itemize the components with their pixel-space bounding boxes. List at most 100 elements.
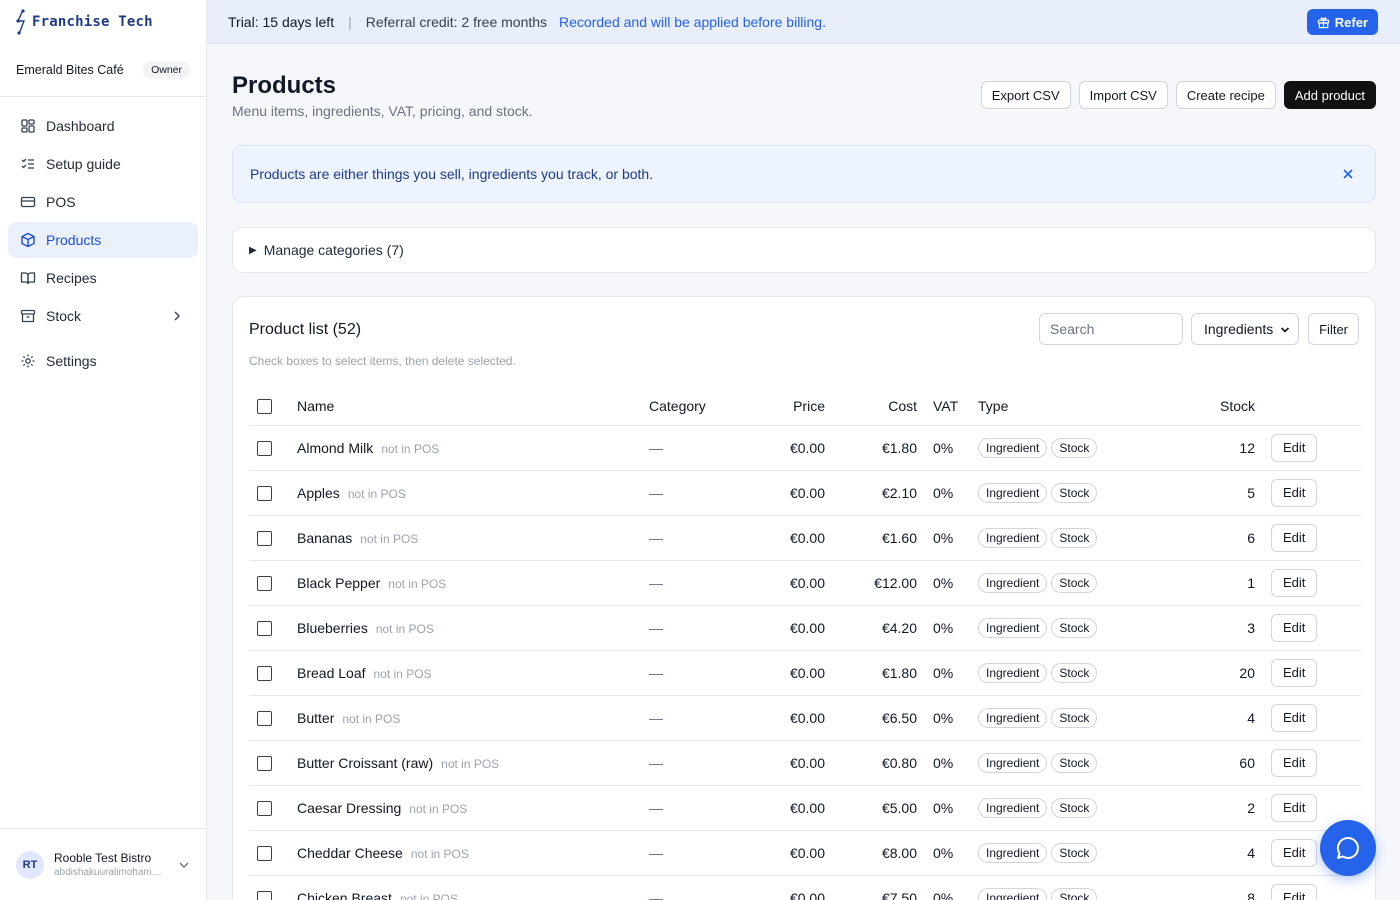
brand[interactable]: Franchise Tech [0,0,206,44]
row-checkbox[interactable] [257,710,272,726]
product-name[interactable]: Black Pepper [297,575,380,591]
create-recipe-button[interactable]: Create recipe [1175,81,1276,109]
category-cell: — [649,875,769,900]
dashboard-icon [21,119,35,133]
banner-divider: | [348,13,352,30]
col-name[interactable]: Name [297,387,649,426]
add-product-button[interactable]: Add product [1283,81,1376,109]
export-csv-button[interactable]: Export CSV [980,81,1071,109]
type-filter-select[interactable]: Ingredients [1191,313,1299,345]
row-checkbox[interactable] [257,800,272,816]
sidebar-item-products[interactable]: Products [8,222,198,258]
col-stock[interactable]: Stock [1216,387,1255,426]
sidebar-item-settings[interactable]: Settings [8,343,198,379]
edit-button[interactable]: Edit [1271,523,1318,552]
edit-button[interactable]: Edit [1271,793,1318,822]
product-name[interactable]: Butter [297,710,334,726]
product-name[interactable]: Apples [297,485,340,501]
type-cell: Ingredient Stock [978,695,1216,741]
row-checkbox[interactable] [257,575,272,591]
close-icon[interactable] [1341,167,1355,181]
table-row: Butter Croissant (raw) not in POS — €0.00 €0… [249,740,1361,786]
col-vat[interactable]: VAT [917,387,978,426]
product-name-cell: Black Pepper not in POS [297,560,649,606]
product-name[interactable]: Almond Milk [297,440,373,456]
row-checkbox[interactable] [257,485,272,501]
product-name-cell: Cheddar Cheese not in POS [297,830,649,876]
row-checkbox[interactable] [257,665,272,681]
stock-cell: 20 [1216,650,1255,696]
edit-button[interactable]: Edit [1271,478,1318,507]
row-checkbox[interactable] [257,440,272,456]
not-in-pos-label: not in POS [373,666,432,681]
col-price[interactable]: Price [769,387,825,426]
user-name: Rooble Test Bistro [54,851,152,865]
price-cell: €0.00 [769,650,825,696]
type-tag: Stock [1051,662,1098,683]
row-checkbox[interactable] [257,890,272,900]
table-row: Chicken Breast not in POS — €0.00 €7.50 0% Ing… [249,875,1361,900]
archive-icon [20,309,36,323]
product-name[interactable]: Cheddar Cheese [297,845,403,861]
edit-cell: Edit [1255,515,1361,561]
category-cell: — [649,785,769,831]
edit-button[interactable]: Edit [1271,433,1318,462]
user-info: Rooble Test Bistro abdishakuuralimohamed… [54,851,167,878]
type-tag: Stock [1051,842,1098,863]
chat-button[interactable] [1320,820,1376,876]
user-menu[interactable]: RT Rooble Test Bistro abdishakuuralimoha… [0,828,207,900]
card-icon [20,196,36,208]
vat-cell: 0% [917,875,978,900]
product-name[interactable]: Blueberries [297,620,368,636]
org-switcher: Emerald Bites Café Owner [0,44,206,97]
edit-button[interactable]: Edit [1271,568,1318,597]
product-list-title: Product list (52) [249,321,362,338]
select-all-checkbox[interactable] [257,399,272,415]
row-select-cell [249,650,297,696]
sidebar-item-stock[interactable]: Stock [8,298,198,334]
product-name[interactable]: Chicken Breast [297,890,392,900]
edit-cell: Edit [1255,650,1361,696]
row-select-cell [249,740,297,786]
edit-button[interactable]: Edit [1271,838,1318,867]
col-type[interactable]: Type [978,387,1216,426]
sidebar-item-setup-guide[interactable]: Setup guide [8,146,198,182]
row-checkbox[interactable] [257,620,272,636]
edit-button[interactable]: Edit [1271,703,1318,732]
edit-button[interactable]: Edit [1271,883,1318,900]
type-cell: Ingredient Stock [978,875,1216,900]
sidebar-item-pos[interactable]: POS [8,184,198,220]
search-input[interactable] [1039,313,1183,345]
box-icon [21,232,35,248]
sidebar-item-recipes[interactable]: Recipes [8,260,198,296]
edit-button[interactable]: Edit [1271,748,1318,777]
row-select-cell [249,605,297,651]
sidebar-item-label: Recipes [46,270,97,286]
import-csv-button[interactable]: Import CSV [1078,81,1168,109]
manage-categories-toggle[interactable]: ▶ Manage categories (7) [232,227,1376,273]
not-in-pos-label: not in POS [410,846,469,861]
sidebar-item-dashboard[interactable]: Dashboard [8,108,198,144]
vat-cell: 0% [917,695,978,741]
col-actions [1255,387,1361,426]
sidebar-item-label: Dashboard [46,118,115,134]
edit-button[interactable]: Edit [1271,613,1318,642]
row-checkbox[interactable] [257,530,272,546]
manage-categories-label: Manage categories (7) [263,242,404,258]
filter-button[interactable]: Filter [1308,313,1359,345]
product-name[interactable]: Bread Loaf [297,665,366,681]
type-tag: Ingredient [978,662,1048,683]
edit-button[interactable]: Edit [1271,658,1318,687]
not-in-pos-label: not in POS [381,441,440,456]
cost-cell: €2.10 [825,470,917,516]
product-name[interactable]: Butter Croissant (raw) [297,755,433,771]
col-cost[interactable]: Cost [825,387,917,426]
not-in-pos-label: not in POS [388,576,447,591]
sidebar-item-label: Products [46,232,102,248]
refer-button[interactable]: Refer [1306,9,1378,35]
row-checkbox[interactable] [257,845,272,861]
product-name[interactable]: Caesar Dressing [297,800,401,816]
product-name[interactable]: Bananas [297,530,352,546]
row-checkbox[interactable] [257,755,272,771]
col-category[interactable]: Category [649,387,769,426]
